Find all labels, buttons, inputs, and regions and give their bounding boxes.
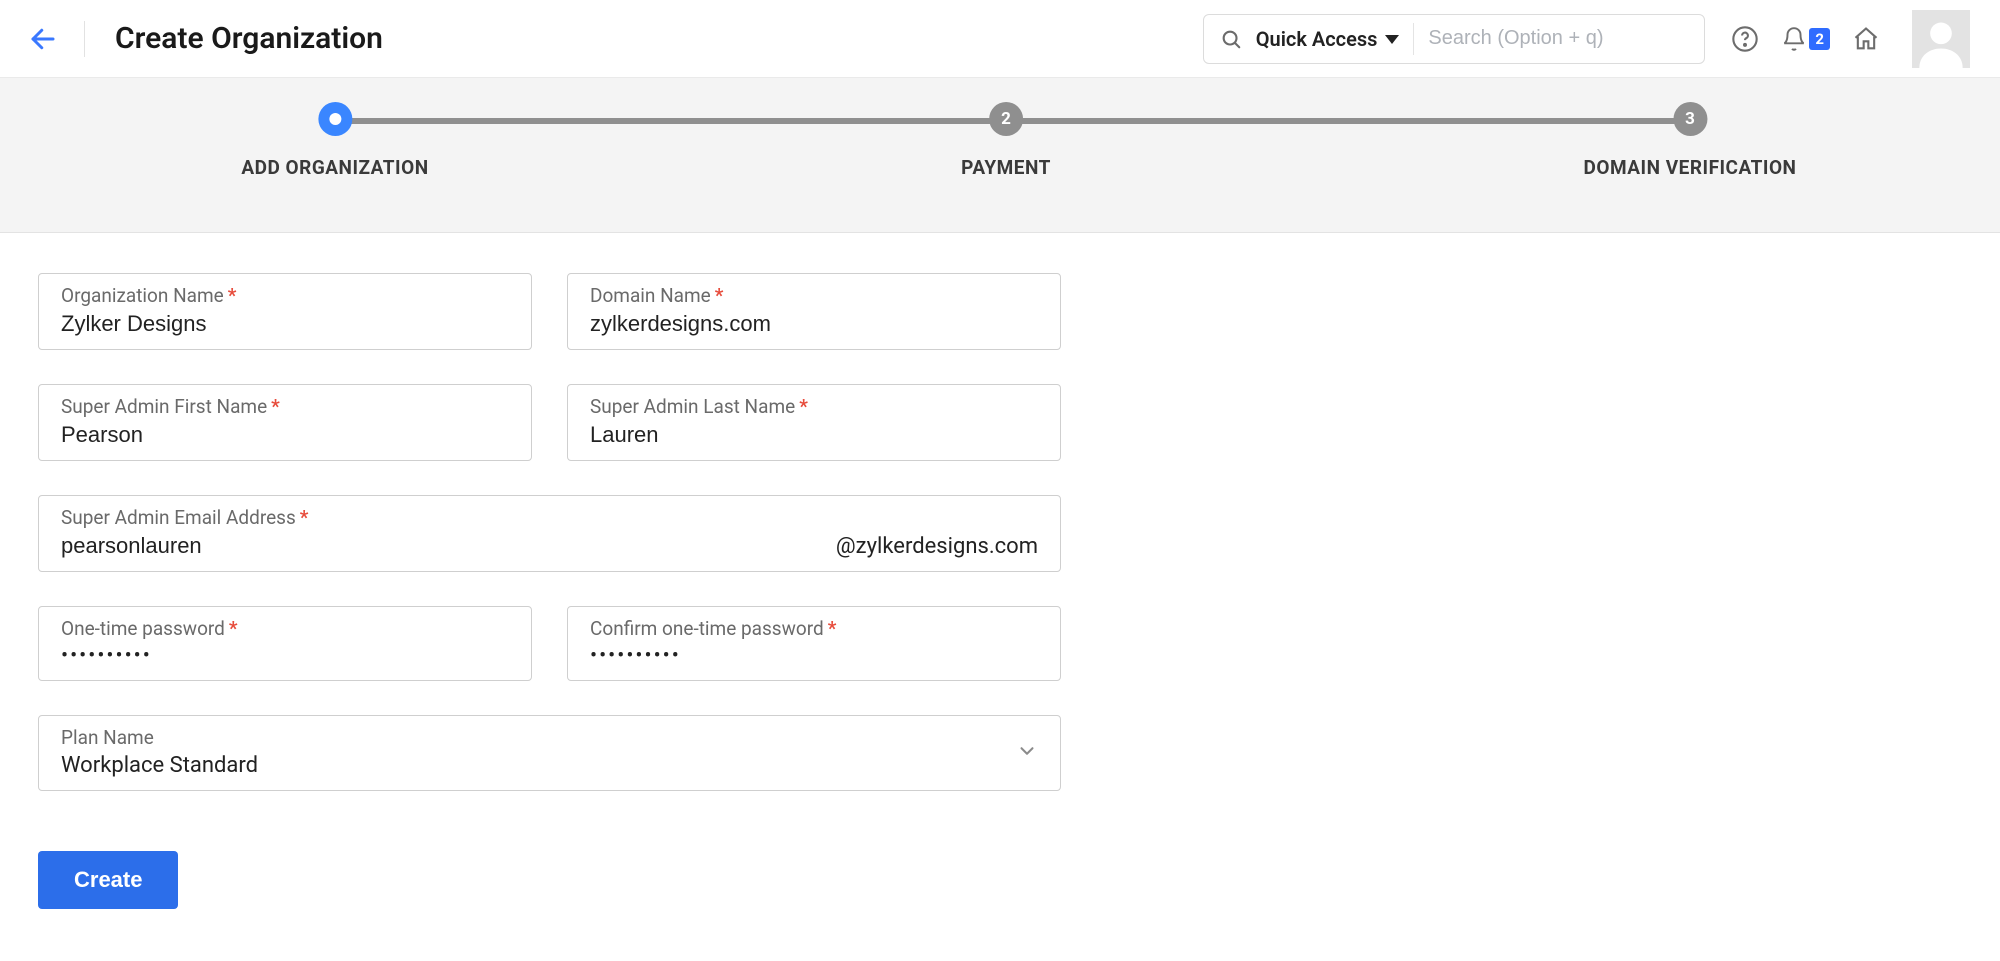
domain-name-field: Domain Name*: [567, 273, 1061, 350]
quick-access-dropdown[interactable]: Quick Access: [1256, 27, 1400, 51]
chevron-down-icon: [1016, 740, 1038, 766]
bell-icon: [1781, 26, 1807, 52]
search-input[interactable]: [1428, 27, 1688, 50]
step-circle-2: 2: [989, 102, 1023, 136]
avatar[interactable]: [1912, 10, 1970, 68]
email-local-input[interactable]: [61, 533, 836, 559]
field-label: Organization Name*: [61, 284, 509, 307]
step-label: DOMAIN VERIFICATION: [1584, 156, 1797, 179]
org-name-field: Organization Name*: [38, 273, 532, 350]
form-area: Organization Name* Domain Name* Super Ad…: [0, 233, 2000, 949]
create-button[interactable]: Create: [38, 851, 178, 909]
field-label: One-time password*: [61, 617, 509, 640]
field-label: Super Admin First Name*: [61, 395, 509, 418]
user-icon: [1915, 16, 1967, 68]
org-name-input[interactable]: [61, 311, 509, 337]
arrow-left-icon: [28, 24, 58, 54]
step-circle-1: [318, 102, 352, 136]
last-name-field: Super Admin Last Name*: [567, 384, 1061, 461]
help-icon[interactable]: [1731, 25, 1759, 53]
last-name-input[interactable]: [590, 422, 1038, 448]
home-icon[interactable]: [1852, 25, 1880, 53]
search-divider: [1413, 23, 1414, 55]
step-circle-3: 3: [1673, 102, 1707, 136]
back-button[interactable]: [26, 22, 60, 56]
otp-confirm-field: Confirm one-time password* ••••••••••: [567, 606, 1061, 681]
email-field: Super Admin Email Address* @zylkerdesign…: [38, 495, 1061, 572]
first-name-input[interactable]: [61, 422, 509, 448]
header-actions: 2: [1731, 10, 1970, 68]
search-bar: Quick Access: [1203, 14, 1706, 64]
otp-confirm-input[interactable]: ••••••••••: [590, 644, 1038, 668]
field-label: Super Admin Email Address*: [61, 506, 1038, 529]
caret-down-icon: [1385, 35, 1399, 44]
stepper: ADD ORGANIZATION 2 PAYMENT 3 DOMAIN VERI…: [0, 78, 2000, 233]
step-payment[interactable]: 2 PAYMENT: [961, 102, 1051, 179]
field-label: Super Admin Last Name*: [590, 395, 1038, 418]
field-label: Domain Name*: [590, 284, 1038, 307]
step-label: PAYMENT: [961, 156, 1051, 179]
step-domain-verification[interactable]: 3 DOMAIN VERIFICATION: [1584, 102, 1797, 179]
step-add-organization[interactable]: ADD ORGANIZATION: [241, 102, 428, 179]
otp-input[interactable]: ••••••••••: [61, 644, 509, 668]
plan-value: Workplace Standard: [61, 753, 1038, 778]
search-icon: [1220, 28, 1242, 50]
header-divider: [84, 21, 85, 57]
notifications-button[interactable]: 2: [1781, 26, 1830, 52]
email-domain-suffix: @zylkerdesigns.com: [836, 534, 1038, 559]
first-name-field: Super Admin First Name*: [38, 384, 532, 461]
header: Create Organization Quick Access 2: [0, 0, 2000, 78]
notification-badge: 2: [1809, 28, 1830, 50]
step-label: ADD ORGANIZATION: [241, 156, 428, 179]
field-label: Plan Name: [61, 726, 1038, 749]
plan-select[interactable]: Plan Name Workplace Standard: [38, 715, 1061, 791]
field-label: Confirm one-time password*: [590, 617, 1038, 640]
domain-name-input[interactable]: [590, 311, 1038, 337]
otp-field: One-time password* ••••••••••: [38, 606, 532, 681]
page-title: Create Organization: [115, 21, 383, 56]
quick-access-label: Quick Access: [1256, 27, 1378, 51]
